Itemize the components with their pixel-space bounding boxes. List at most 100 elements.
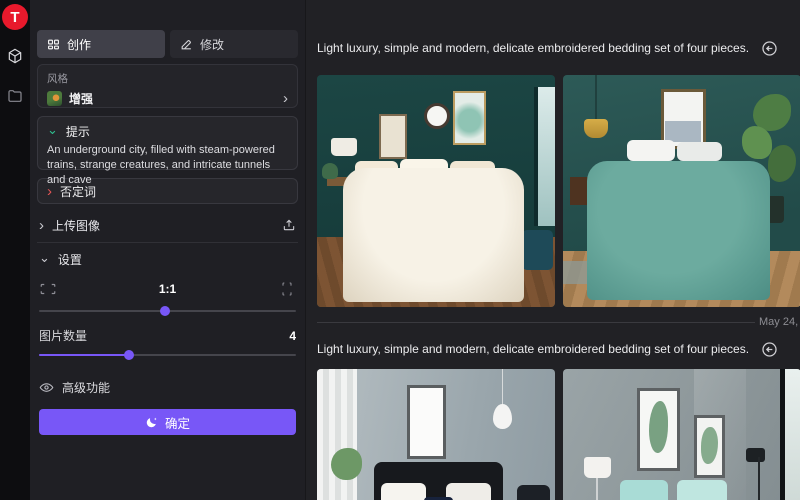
chevron-down-icon: [47, 125, 58, 138]
plant: [753, 94, 791, 131]
pillow: [446, 483, 491, 500]
lamp-cord: [502, 369, 503, 406]
date-label: May 24, 2: [759, 316, 800, 328]
floor-lamp: [758, 457, 760, 500]
generated-image-1[interactable]: [317, 75, 555, 307]
plant: [768, 145, 797, 182]
settings-header[interactable]: 设置: [39, 251, 296, 268]
window: [780, 369, 800, 500]
settings-label: 设置: [58, 251, 82, 268]
style-thumbnail-icon: [47, 91, 62, 106]
floor-lamp: [746, 448, 765, 462]
generation-caption: Light luxury, simple and modern, delicat…: [317, 342, 749, 356]
chair: [517, 485, 550, 500]
wall-art: [379, 114, 408, 158]
table-lamp: [584, 457, 610, 478]
generated-image-3[interactable]: [317, 369, 555, 500]
style-section: 风格 增强: [37, 64, 298, 108]
pillow: [424, 497, 453, 500]
pillow: [620, 480, 668, 500]
reuse-arrow-icon[interactable]: [761, 40, 778, 57]
upload-icon: [282, 218, 296, 232]
image-count-value: 4: [87, 329, 296, 343]
bed: [343, 168, 524, 303]
curtain: [317, 369, 357, 500]
slider-knob[interactable]: [124, 350, 134, 360]
settings-section: 设置 1:1 图片数量 4 高级功能: [37, 243, 298, 435]
chevron-right-icon: [283, 91, 288, 106]
chevron-down-icon: [39, 253, 50, 266]
image-grid: [317, 369, 800, 500]
upload-label: 上传图像: [52, 217, 274, 234]
image-count-slider[interactable]: [39, 349, 296, 361]
confirm-button-label: 确定: [165, 413, 190, 432]
table-lamp: [331, 138, 357, 157]
wall-clock: [424, 103, 450, 129]
confirm-button[interactable]: 确定: [39, 409, 296, 435]
divider: [317, 322, 755, 323]
pillow: [627, 140, 675, 161]
image-count-row: 图片数量 4: [39, 327, 296, 344]
generation-feed: Light luxury, simple and modern, delicat…: [306, 0, 800, 500]
upload-section[interactable]: 上传图像: [39, 214, 296, 236]
aspect-ratio-row: 1:1: [39, 278, 296, 300]
image-grid: [317, 75, 800, 307]
generation-group-header: Light luxury, simple and modern, delicat…: [317, 341, 800, 357]
plant: [322, 163, 339, 179]
armchair: [522, 230, 553, 269]
prompt-section: 提示 An underground city, filled with stea…: [37, 116, 298, 170]
slider-knob[interactable]: [160, 306, 170, 316]
crop-portrait-icon[interactable]: [278, 281, 296, 297]
tab-edit-label: 修改: [200, 36, 224, 53]
icon-rail: T: [0, 0, 30, 500]
negative-section[interactable]: 否定词: [37, 178, 298, 204]
pillow: [677, 142, 722, 161]
bed: [587, 161, 770, 300]
eye-icon: [39, 380, 54, 395]
lamp-cord: [595, 75, 597, 121]
edit-icon: [180, 38, 193, 51]
wall-art: [665, 121, 701, 142]
cube-icon[interactable]: [7, 48, 23, 64]
advanced-features-label: 高级功能: [62, 379, 110, 396]
chevron-right-icon: [39, 218, 44, 233]
tab-create[interactable]: 创作: [37, 30, 165, 58]
tab-edit[interactable]: 修改: [170, 30, 298, 58]
folder-icon[interactable]: [7, 88, 23, 104]
negative-label: 否定词: [60, 183, 96, 200]
wall-art: [453, 91, 486, 144]
tab-create-label: 创作: [67, 36, 91, 53]
image-count-label: 图片数量: [39, 327, 87, 344]
window: [534, 87, 555, 226]
pendant-lamp: [584, 119, 608, 138]
crop-landscape-icon[interactable]: [39, 281, 57, 297]
grid-icon: [47, 38, 60, 51]
chevron-right-icon: [47, 184, 52, 199]
leaf-print: [649, 401, 668, 452]
aspect-ratio-value: 1:1: [57, 282, 278, 296]
control-panel: 创作 修改 风格 增强 提示 An underground city, fill…: [30, 0, 306, 500]
advanced-features-toggle[interactable]: 高级功能: [39, 377, 296, 397]
mode-tabs: 创作 修改: [37, 30, 298, 58]
moon-icon: [145, 416, 158, 429]
date-divider: May 24, 2: [317, 315, 800, 329]
pendant-lamp: [493, 404, 512, 430]
app-logo[interactable]: T: [2, 4, 28, 30]
generation-group-header: Light luxury, simple and modern, delicat…: [317, 40, 800, 56]
generation-caption: Light luxury, simple and modern, delicat…: [317, 41, 749, 55]
generated-image-2[interactable]: [563, 75, 800, 307]
aspect-ratio-slider[interactable]: [39, 305, 296, 317]
lamp-stand: [596, 478, 598, 500]
style-label: 风格: [47, 71, 288, 86]
plant: [331, 448, 362, 480]
prompt-label: 提示: [66, 123, 90, 140]
pillow: [677, 480, 727, 500]
generated-image-4[interactable]: [563, 369, 800, 500]
pillow: [381, 483, 426, 500]
style-value: 增强: [69, 90, 276, 107]
wall-art: [407, 385, 445, 459]
plant: [742, 126, 773, 158]
prompt-header[interactable]: 提示: [47, 123, 288, 140]
reuse-arrow-icon[interactable]: [761, 341, 778, 358]
style-selector[interactable]: 增强: [47, 90, 288, 107]
